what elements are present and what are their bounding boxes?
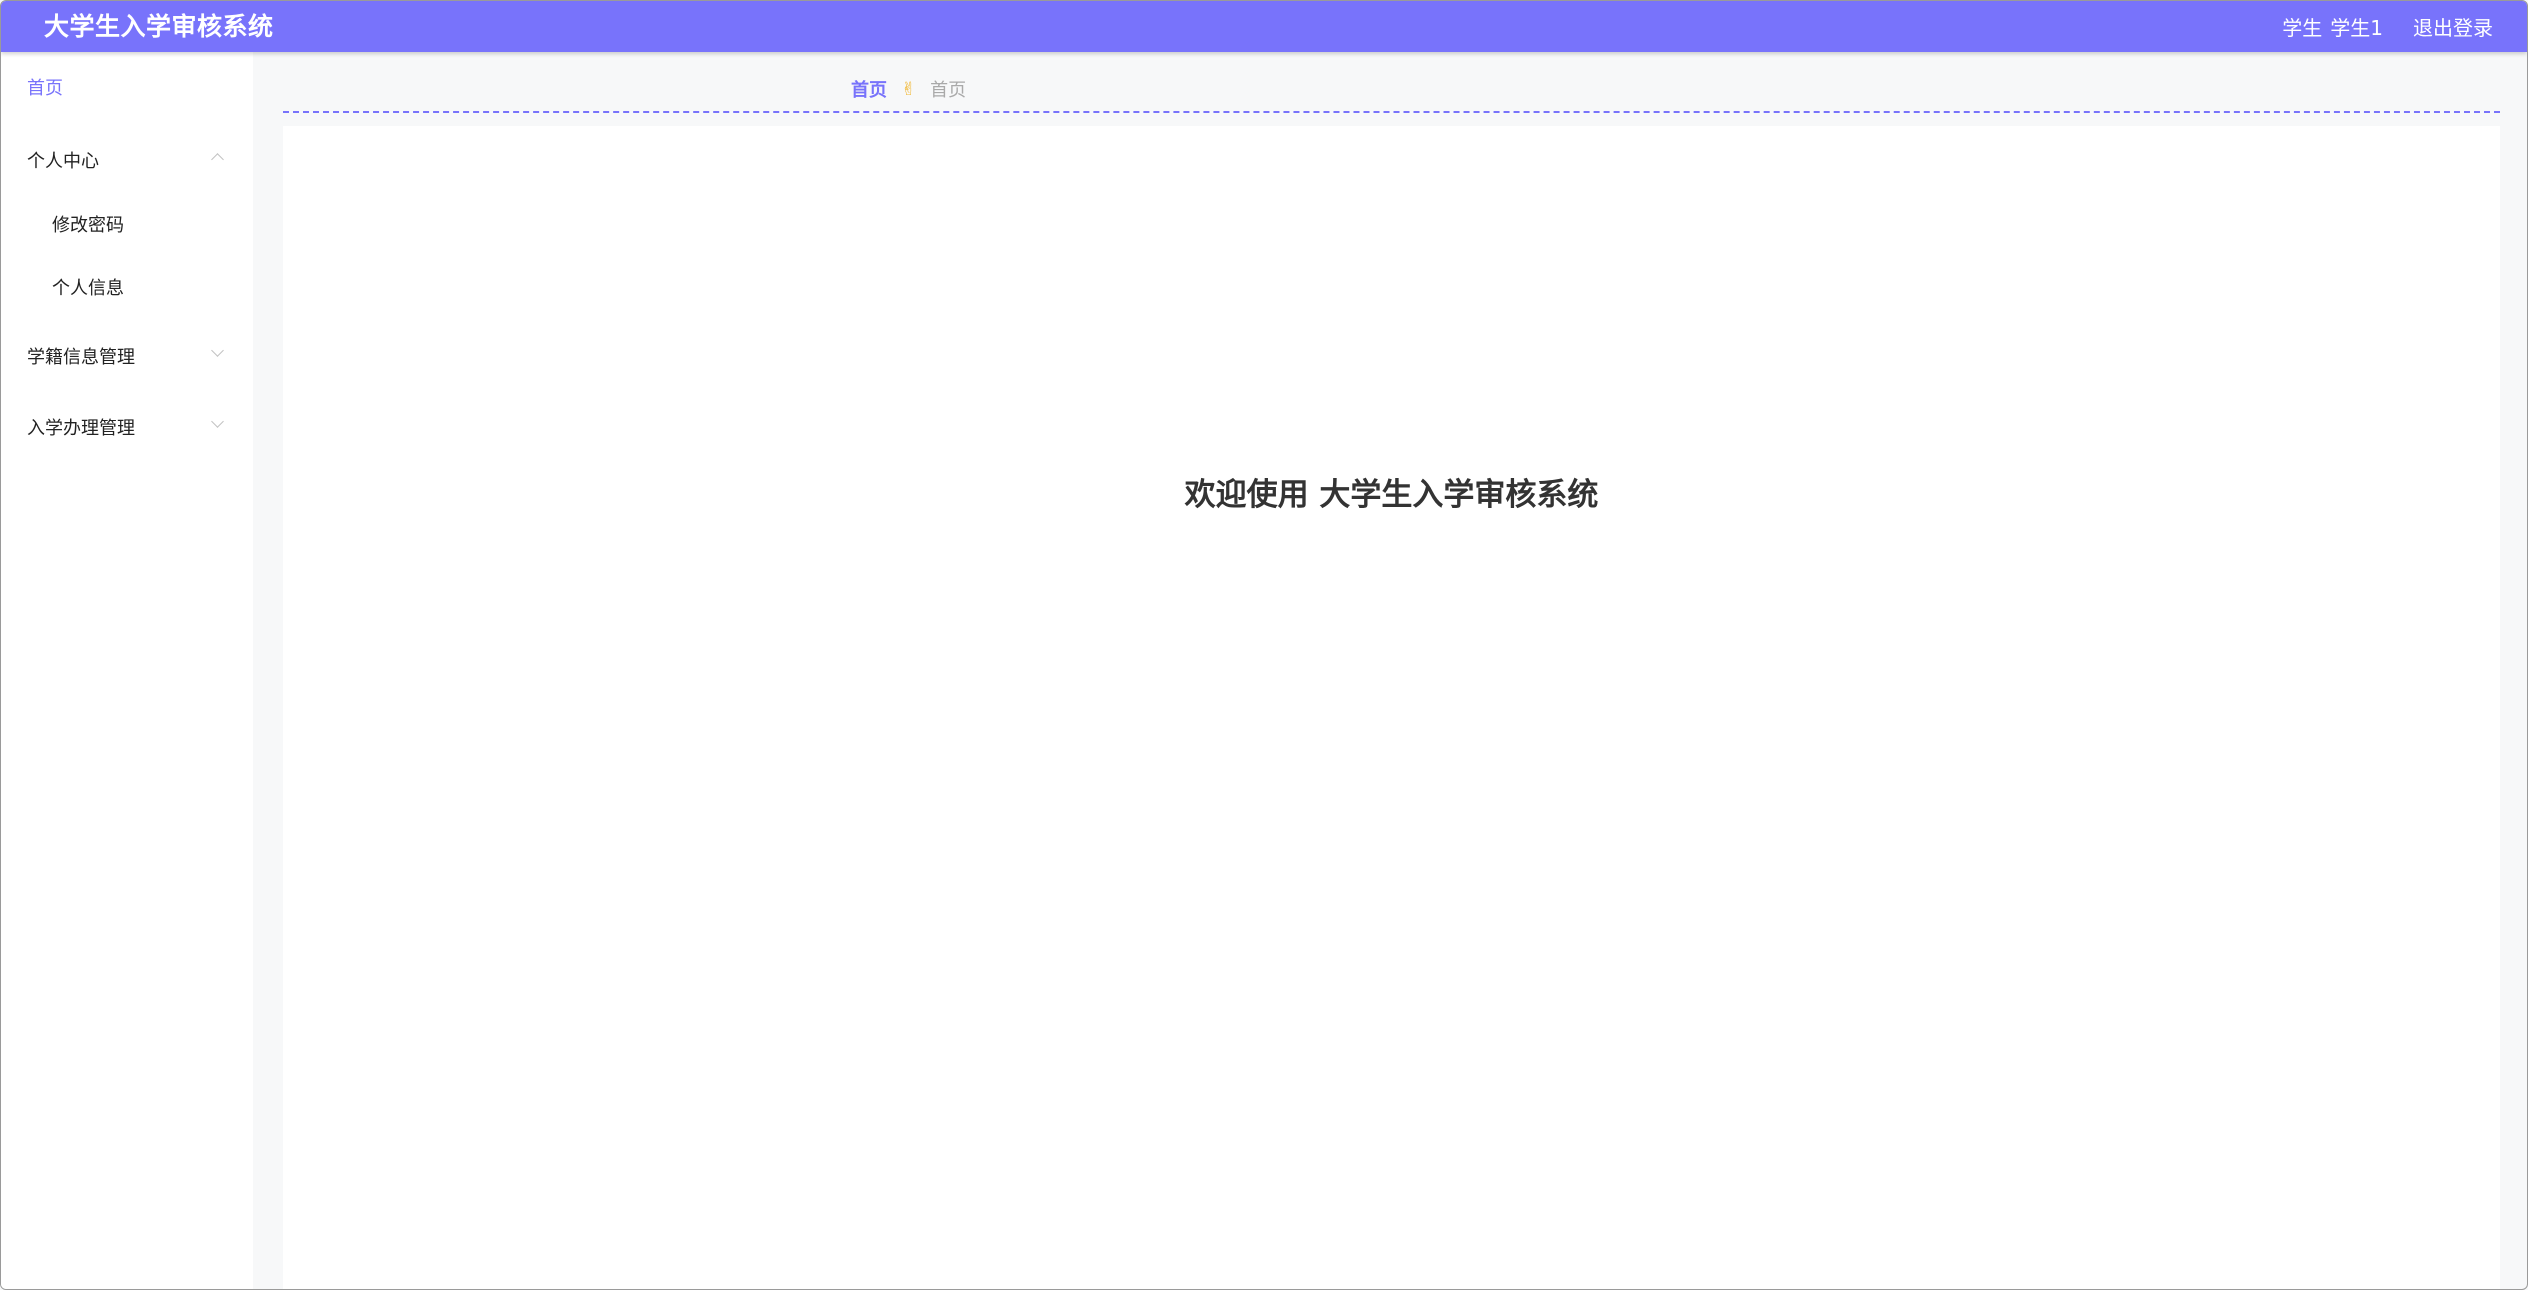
chevron-down-icon[interactable] [211,415,224,428]
user-info: 学生 学生1 [2282,12,2383,41]
welcome-heading: 欢迎使用 大学生入学审核系统 [1184,477,1599,513]
user-name: 学生1 [2330,16,2383,40]
app-title: 大学生入学审核系统 [44,12,274,41]
breadcrumb-current: 首页 [930,80,967,101]
victory-hand-icon: ✌ [901,78,917,100]
top-header: 大学生入学审核系统 学生 学生1 退出登录 [1,1,2527,52]
sidebar-item-enrollment[interactable]: 入学办理管理 [27,414,135,440]
breadcrumb-home-link[interactable]: 首页 [851,76,887,102]
header-user-area: 学生 学生1 退出登录 [2282,1,2493,52]
breadcrumb: 首页 ✌ 首页 [851,76,966,102]
chevron-up-icon[interactable] [211,153,224,166]
user-role: 学生 [2282,16,2323,40]
sidebar-item-personal-info[interactable]: 个人信息 [52,274,124,300]
logout-button[interactable]: 退出登录 [2413,12,2493,41]
sidebar: 首页 个人中心 修改密码 个人信息 学籍信息管理 入学办理管理 [1,52,253,1289]
chevron-down-icon[interactable] [211,344,224,357]
main-content: 欢迎使用 大学生入学审核系统 [283,126,2500,1289]
sidebar-item-home[interactable]: 首页 [27,74,63,100]
sidebar-item-change-password[interactable]: 修改密码 [52,211,124,237]
sidebar-item-student-records[interactable]: 学籍信息管理 [27,343,135,369]
app-window: 大学生入学审核系统 学生 学生1 退出登录 首页 个人中心 修改密码 个人信息 … [0,0,2528,1290]
breadcrumb-divider [283,111,2500,113]
sidebar-item-personal-center[interactable]: 个人中心 [27,147,99,173]
